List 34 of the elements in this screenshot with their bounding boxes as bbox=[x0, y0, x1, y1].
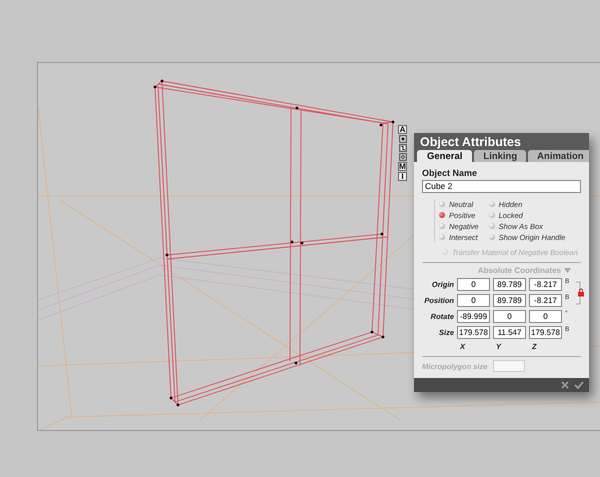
view-tool-button[interactable]: M bbox=[398, 162, 407, 171]
number-field[interactable]: 0 bbox=[457, 294, 490, 307]
toggle-button[interactable] bbox=[488, 212, 495, 218]
number-field[interactable]: 0 bbox=[493, 310, 526, 323]
number-field[interactable]: 0 bbox=[457, 278, 490, 291]
toggle-button[interactable] bbox=[488, 234, 495, 240]
radio-button[interactable] bbox=[439, 212, 445, 218]
field-label: Object Name bbox=[422, 168, 478, 178]
tab[interactable]: Linking bbox=[474, 150, 526, 162]
tab[interactable]: General bbox=[417, 150, 472, 162]
number-field[interactable]: 179.578 bbox=[529, 326, 562, 339]
toggle-button[interactable] bbox=[488, 223, 495, 229]
radio-button[interactable] bbox=[439, 234, 445, 240]
toggle-button[interactable] bbox=[488, 201, 495, 207]
number-field[interactable]: 89.789 bbox=[493, 294, 526, 307]
number-field[interactable]: -8.217 bbox=[529, 294, 562, 307]
view-tool-button[interactable]: I bbox=[398, 172, 407, 181]
confirm-icon[interactable] bbox=[574, 381, 584, 389]
radio-button[interactable] bbox=[439, 201, 445, 207]
number-field[interactable]: 179.578 bbox=[457, 326, 490, 339]
radio-button[interactable] bbox=[439, 223, 445, 229]
name-input-field[interactable]: Cube 2 bbox=[422, 180, 581, 193]
lock-bracket-icon[interactable] bbox=[576, 280, 584, 304]
caret-icon bbox=[564, 268, 571, 273]
cancel-icon[interactable] bbox=[561, 381, 569, 389]
panel-title: Object Attributes bbox=[414, 133, 589, 150]
view-tool-button[interactable]: A bbox=[398, 125, 407, 134]
number-field[interactable]: -8.217 bbox=[529, 278, 562, 291]
number-field[interactable]: 89.789 bbox=[493, 278, 526, 291]
number-field[interactable]: 11.547 bbox=[493, 326, 526, 339]
tab[interactable]: Animation bbox=[528, 150, 589, 162]
number-field[interactable]: 0 bbox=[529, 310, 562, 323]
square-icon[interactable] bbox=[398, 135, 406, 143]
number-field[interactable]: -89.999 bbox=[457, 310, 490, 323]
